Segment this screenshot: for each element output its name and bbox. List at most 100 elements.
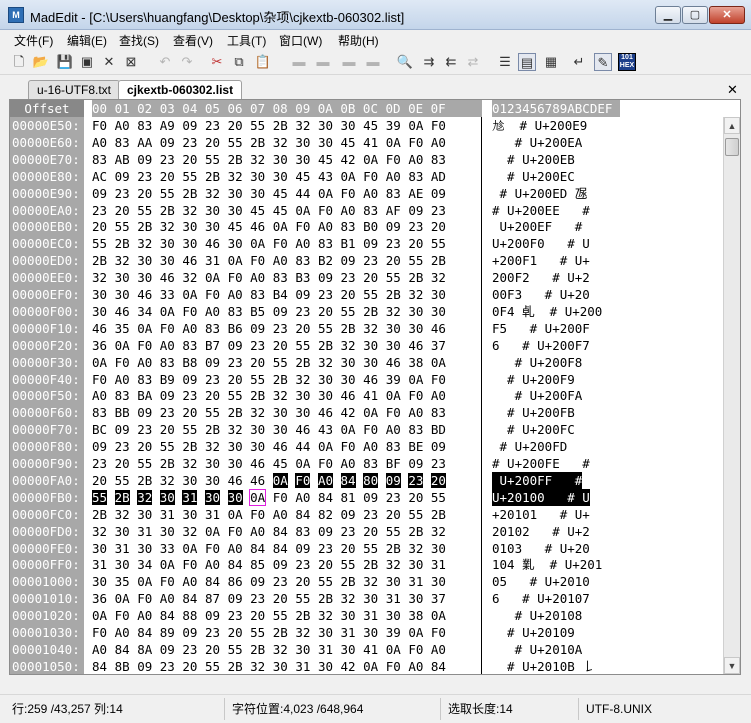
uncomment-icon[interactable]: ▬	[364, 53, 382, 71]
replace-icon[interactable]: ⇄	[464, 53, 482, 71]
row-hex-bytes[interactable]: 30 46 34 0A F0 A0 83 B5 09 23 20 55 2B 3…	[92, 303, 446, 320]
wrap-icon[interactable]: ↵	[570, 53, 588, 71]
hex-mode-icon[interactable]: ▦	[542, 53, 560, 71]
open-file-icon[interactable]: 📂	[32, 53, 50, 71]
row-hex-bytes[interactable]: A0 83 AA 09 23 20 55 2B 32 30 30 45 41 0…	[92, 134, 446, 151]
column-mode-icon[interactable]: ▤	[518, 53, 536, 71]
row-hex-bytes[interactable]: 83 BB 09 23 20 55 2B 32 30 30 46 42 0A F…	[92, 404, 446, 421]
row-text[interactable]: U+200EF 𠃰 #	[492, 218, 582, 235]
row-text[interactable]: # U+200FC 𠃽	[492, 421, 582, 438]
menu-file[interactable]: 文件(F)	[14, 32, 53, 49]
row-text[interactable]: 𠃹 # U+200F9 𠃺	[492, 371, 582, 388]
close-button[interactable]: ✕	[709, 6, 745, 24]
row-text[interactable]: +20101 𠄂 # U+	[492, 506, 590, 523]
paste-icon[interactable]: 📋	[254, 53, 272, 71]
row-text[interactable]: 00F3 𠃴 # U+20	[492, 286, 590, 303]
row-hex-bytes[interactable]: 20 55 2B 32 30 30 45 46 0A F0 A0 83 B0 0…	[92, 218, 446, 235]
find-prev-icon[interactable]: ⇇	[442, 53, 460, 71]
vertical-scrollbar[interactable]: ▲ ▼	[723, 117, 740, 674]
row-hex-bytes[interactable]: 30 35 0A F0 A0 84 86 09 23 20 55 2B 32 3…	[92, 573, 446, 590]
tab-u-16-utf8[interactable]: u-16-UTF8.txt	[28, 80, 120, 99]
row-text[interactable]: U+200FF 𠄀 #	[492, 472, 582, 489]
row-text[interactable]: # U+200FB 𠃼	[492, 404, 582, 421]
row-hex-bytes[interactable]: 0A F0 A0 83 B8 09 23 20 55 2B 32 30 30 4…	[92, 354, 446, 371]
row-hex-bytes[interactable]: F0 A0 83 B9 09 23 20 55 2B 32 30 30 46 3…	[92, 371, 446, 388]
menu-window[interactable]: 窗口(W)	[279, 32, 322, 49]
row-text[interactable]: 0103 𠄄 # U+20	[492, 540, 590, 557]
row-text[interactable]: # U+200FD 𠃾	[492, 438, 575, 455]
redo-icon[interactable]: ↷	[178, 53, 196, 71]
row-text[interactable]: 6 𠄇 # U+20107	[492, 590, 590, 607]
row-text[interactable]: # U+200EC 𠃭	[492, 168, 582, 185]
row-text[interactable]: # U+2010B 𠄌	[492, 658, 595, 675]
row-hex-bytes[interactable]: 30 30 46 33 0A F0 A0 83 B4 09 23 20 55 2…	[92, 286, 446, 303]
scroll-thumb[interactable]	[725, 138, 739, 156]
row-hex-bytes[interactable]: 23 20 55 2B 32 30 30 46 45 0A F0 A0 83 B…	[92, 455, 446, 472]
row-hex-bytes[interactable]: 23 20 55 2B 32 30 30 45 45 0A F0 A0 83 A…	[92, 202, 446, 219]
row-hex-bytes[interactable]: 46 35 0A F0 A0 83 B6 09 23 20 55 2B 32 3…	[92, 320, 446, 337]
row-hex-bytes[interactable]: 32 30 30 46 32 0A F0 A0 83 B3 09 23 20 5…	[92, 269, 446, 286]
outdent-icon[interactable]: ▬	[314, 53, 332, 71]
row-hex-bytes[interactable]: 36 0A F0 A0 83 B7 09 23 20 55 2B 32 30 3…	[92, 337, 446, 354]
close-all-icon[interactable]: ⊠	[122, 53, 140, 71]
row-hex-bytes[interactable]: 36 0A F0 A0 84 87 09 23 20 55 2B 32 30 3…	[92, 590, 446, 607]
row-hex-bytes[interactable]: 0A F0 A0 84 88 09 23 20 55 2B 32 30 31 3…	[92, 607, 446, 624]
row-text[interactable]: 𠃩 # U+200E9 𠃪	[492, 117, 595, 134]
row-text[interactable]: F5 𠃶 # U+200F	[492, 320, 590, 337]
row-hex-bytes[interactable]: 55 2B 32 30 31 30 30 0A F0 A0 84 81 09 2…	[92, 489, 446, 506]
menu-tools[interactable]: 工具(T)	[227, 32, 266, 49]
row-text[interactable]: +200F1 𠃲 # U+	[492, 252, 590, 269]
find-icon[interactable]: 🔍	[396, 53, 414, 71]
undo-icon[interactable]: ↶	[156, 53, 174, 71]
row-hex-bytes[interactable]: F0 A0 84 89 09 23 20 55 2B 32 30 31 30 3…	[92, 624, 446, 641]
row-text[interactable]: # U+200FA 𠃻	[492, 387, 590, 404]
row-text[interactable]: 0F4 𠃵 # U+200	[492, 303, 602, 320]
scroll-up-icon[interactable]: ▲	[724, 117, 740, 134]
close-file-icon[interactable]: ✕	[100, 53, 118, 71]
new-file-icon[interactable]: 🗋	[10, 53, 28, 71]
row-hex-bytes[interactable]: 09 23 20 55 2B 32 30 30 45 44 0A F0 A0 8…	[92, 185, 446, 202]
row-hex-bytes[interactable]: 55 2B 32 30 30 46 30 0A F0 A0 83 B1 09 2…	[92, 235, 446, 252]
row-text[interactable]: 104 𠄅 # U+201	[492, 556, 602, 573]
tab-cjkextb[interactable]: cjkextb-060302.list	[118, 80, 242, 100]
row-hex-bytes[interactable]: 2B 32 30 30 46 31 0A F0 A0 83 B2 09 23 2…	[92, 252, 446, 269]
hex-editor[interactable]: Offset 00 01 02 03 04 05 06 07 08 09 0A …	[9, 99, 741, 675]
row-hex-bytes[interactable]: 09 23 20 55 2B 32 30 30 46 44 0A F0 A0 8…	[92, 438, 446, 455]
row-text[interactable]: 𠄉 # U+20109 𠄊	[492, 624, 582, 641]
close-tab-icon[interactable]: ✕	[727, 82, 738, 98]
row-hex-bytes[interactable]: 83 AB 09 23 20 55 2B 32 30 30 45 42 0A F…	[92, 151, 446, 168]
minimize-button[interactable]: ▁	[655, 6, 681, 24]
row-text[interactable]: 05 𠄆 # U+2010	[492, 573, 590, 590]
row-hex-bytes[interactable]: 32 30 31 30 32 0A F0 A0 84 83 09 23 20 5…	[92, 523, 446, 540]
row-text[interactable]: # U+200EE 𠃯 #	[492, 202, 590, 219]
row-text[interactable]: # U+200FE 𠃿 #	[492, 455, 590, 472]
row-text[interactable]: 𠄈 # U+20108	[492, 607, 582, 624]
row-hex-bytes[interactable]: 2B 32 30 31 30 31 0A F0 A0 84 82 09 23 2…	[92, 506, 446, 523]
madedit-app-icon[interactable]: M	[8, 7, 24, 23]
row-hex-bytes[interactable]: 31 30 34 0A F0 A0 84 85 09 23 20 55 2B 3…	[92, 556, 446, 573]
scroll-down-icon[interactable]: ▼	[724, 657, 740, 674]
indent-icon[interactable]: ▬	[290, 53, 308, 71]
row-hex-bytes[interactable]: F0 A0 83 A9 09 23 20 55 2B 32 30 30 45 3…	[92, 117, 446, 134]
comment-icon[interactable]: ▬	[340, 53, 358, 71]
row-hex-bytes[interactable]: AC 09 23 20 55 2B 32 30 30 45 43 0A F0 A…	[92, 168, 446, 185]
maximize-button[interactable]: ▢	[682, 6, 708, 24]
row-text[interactable]: U+20100 𠄁 # U	[492, 489, 590, 506]
save-all-icon[interactable]: ▣	[78, 53, 96, 71]
hex-view-icon[interactable]: 101 HEX	[618, 53, 636, 71]
row-text[interactable]: # U+200ED 𠃮	[492, 185, 587, 202]
row-text[interactable]: U+200F0 𠃱 # U	[492, 235, 590, 252]
row-hex-bytes[interactable]: BC 09 23 20 55 2B 32 30 30 46 43 0A F0 A…	[92, 421, 446, 438]
row-hex-bytes[interactable]: 84 8B 09 23 20 55 2B 32 30 31 30 42 0A F…	[92, 658, 446, 675]
row-text[interactable]: 200F2 𠃳 # U+2	[492, 269, 590, 286]
save-icon[interactable]: 💾	[56, 53, 74, 71]
find-next-icon[interactable]: ⇉	[420, 53, 438, 71]
copy-icon[interactable]: ⧉	[230, 53, 248, 71]
text-mode-icon[interactable]: ☰	[496, 53, 514, 71]
menu-help[interactable]: 帮助(H)	[338, 32, 379, 49]
row-text[interactable]: # U+2010A 𠄋	[492, 641, 590, 658]
row-hex-bytes[interactable]: A0 84 8A 09 23 20 55 2B 32 30 31 30 41 0…	[92, 641, 446, 658]
row-hex-bytes[interactable]: A0 83 BA 09 23 20 55 2B 32 30 30 46 41 0…	[92, 387, 446, 404]
row-text[interactable]: 𠃸 # U+200F8	[492, 354, 582, 371]
row-text[interactable]: 20102 𠄃 # U+2	[492, 523, 590, 540]
